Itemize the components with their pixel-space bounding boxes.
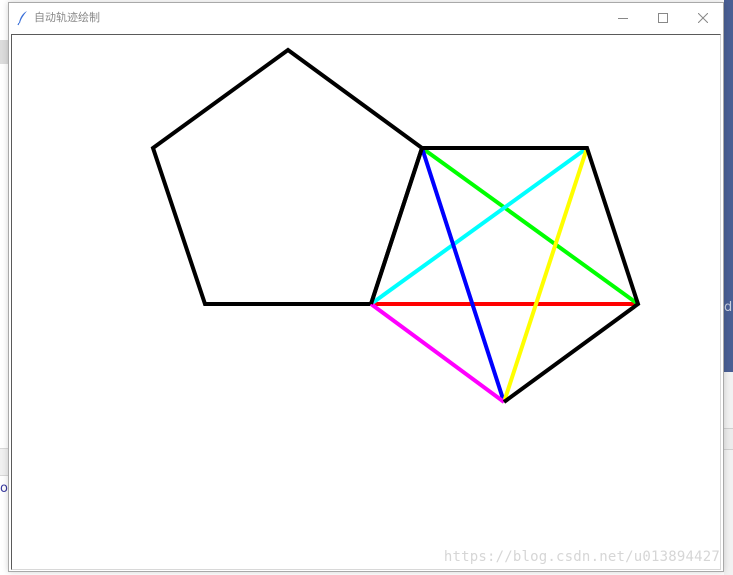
title-bar[interactable]: 自动轨迹绘制 — [9, 3, 723, 33]
close-icon — [698, 12, 708, 23]
app-window: 自动轨迹绘制 https://blog.csdn.net/u013894427 — [8, 2, 724, 572]
cyan-diagonal — [369, 146, 589, 306]
window-title: 自动轨迹绘制 — [34, 11, 100, 24]
minimize-icon — [618, 17, 628, 19]
green-diagonal — [420, 146, 640, 306]
watermark-url: https://blog.csdn.net/u013894427 — [443, 549, 720, 565]
minimize-button[interactable] — [603, 3, 643, 32]
background-window-edge-lower — [724, 372, 733, 575]
background-right-glyph: d — [724, 300, 733, 315]
maximize-icon — [658, 12, 668, 23]
maximize-button[interactable] — [643, 3, 683, 32]
drawing-canvas[interactable]: https://blog.csdn.net/u013894427 — [11, 34, 721, 570]
background-window-edge — [724, 0, 733, 372]
feather-icon — [16, 10, 30, 26]
close-button[interactable] — [683, 3, 723, 32]
blue-diagonal — [420, 147, 506, 403]
trajectory-drawing — [150, 47, 641, 404]
yellow-diagonal — [502, 147, 589, 403]
background-right-band — [724, 428, 733, 450]
magenta-diagonal — [369, 302, 506, 404]
